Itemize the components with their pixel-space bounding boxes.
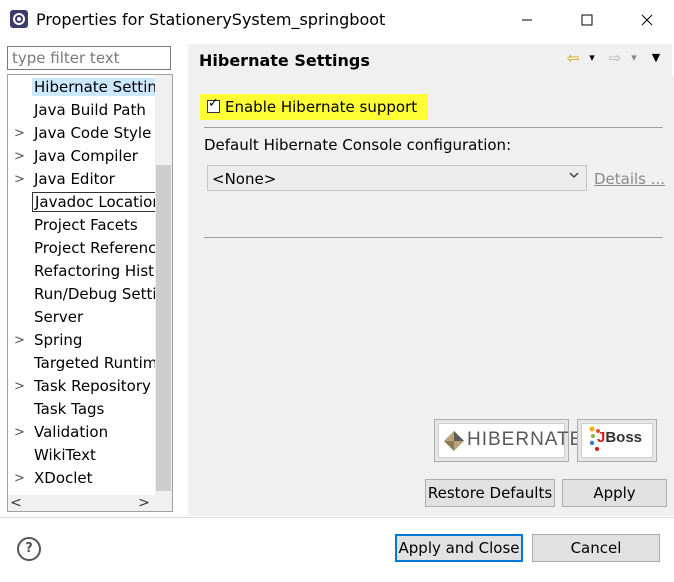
tree-item[interactable]: WikiText [8,445,156,467]
help-icon[interactable]: ? [17,537,41,561]
minimize-icon[interactable] [507,5,547,35]
tree-item-label: Java Code Style [34,124,152,142]
tree-item-label: Validation [34,423,109,441]
tree-item[interactable]: Project Facets [8,215,156,237]
tree-item-label: XDoclet [34,469,93,487]
footer-divider [0,517,674,518]
tree-item[interactable]: > Task Repository [8,376,156,398]
eclipse-app-icon [10,10,28,28]
chevron-right-icon[interactable]: > [14,379,25,394]
forward-arrow-icon[interactable]: ⇨ [606,49,624,67]
tree-item-label: Task Repository [34,377,151,395]
hibernate-logo-icon [444,431,464,451]
chevron-down-icon [568,169,580,184]
chevron-right-icon[interactable]: > [14,126,25,141]
jboss-logo-text: JBoss [597,429,643,446]
tree-item-label: Project Referenc [34,239,156,257]
tree-item-label: Server [34,308,84,326]
tree-item[interactable]: Java Build Path [8,100,156,122]
separator [204,237,663,238]
forward-dropdown-icon[interactable]: ▾ [625,49,643,67]
tree-item-label: Run/Debug Setti [34,285,156,303]
tree-item[interactable]: Task Tags [8,399,156,421]
cancel-button[interactable]: Cancel [532,534,660,562]
back-dropdown-icon[interactable]: ▾ [583,49,601,67]
page-title: Hibernate Settings [199,51,370,70]
chevron-right-icon[interactable]: > [14,471,25,486]
tree-item-label: WikiText [34,446,96,464]
property-tree: Hibernate Settin Java Build Path > Java Cod… [7,74,173,512]
tree-item-label: Project Facets [34,216,138,234]
restore-defaults-button[interactable]: Restore Defaults [425,479,555,507]
tree-item-label: Spring [34,331,83,349]
tree-item-label: Hibernate Settin [32,78,156,96]
tree-item[interactable]: Javadoc Location [8,192,156,214]
tree-item-label: Refactoring Histo [34,262,156,280]
tree-item-label: Targeted Runtim [34,354,156,372]
console-config-label: Default Hibernate Console configuration: [204,136,512,154]
tree-item[interactable]: > Validation [8,422,156,444]
tree-item-label: Java Compiler [34,147,138,165]
tree-item-label: Javadoc Location [32,192,156,212]
checkmark-icon: ✓ [208,96,219,111]
tree-item[interactable]: Targeted Runtim [8,353,156,375]
chevron-right-icon[interactable]: > [14,172,25,187]
tree-item-label: Java Build Path [34,101,146,119]
tree-item[interactable]: > Java Code Style [8,123,156,145]
tree-item[interactable]: > Java Editor [8,169,156,191]
close-icon[interactable] [627,5,667,35]
back-arrow-icon[interactable]: ⇦ [564,49,582,67]
tree-item[interactable]: Run/Debug Setti [8,284,156,306]
vertical-scroll-thumb[interactable] [156,165,171,491]
window-title: Properties for StationerySystem_springbo… [36,10,386,29]
tree-item-label: Task Tags [34,400,105,418]
horizontal-scrollbar[interactable]: < > [8,495,172,511]
tree-item[interactable]: Project Referenc [8,238,156,260]
apply-and-close-button[interactable]: Apply and Close [395,534,523,562]
tree-item[interactable]: > Java Compiler [8,146,156,168]
tree-item[interactable]: > Spring [8,330,156,352]
console-config-value: <None> [212,170,277,188]
filter-input[interactable] [7,46,171,70]
tree-item[interactable]: > XDoclet [8,468,156,490]
separator [204,127,663,128]
enable-hibernate-label[interactable]: Enable Hibernate support [225,98,417,116]
maximize-icon[interactable] [567,5,607,35]
view-menu-icon[interactable]: ▼ [647,49,665,67]
chevron-right-icon[interactable]: > [14,149,25,164]
scroll-left-icon[interactable]: < [8,495,24,511]
chevron-right-icon[interactable]: > [14,425,25,440]
apply-button[interactable]: Apply [562,479,667,507]
chevron-right-icon[interactable]: > [14,333,25,348]
scroll-right-icon[interactable]: > [136,495,152,511]
details-link[interactable]: Details ... [594,170,665,188]
tree-item-label: Java Editor [34,170,115,188]
tree-item[interactable]: Hibernate Settin [8,77,156,99]
tree-item[interactable]: Server [8,307,156,329]
tree-item[interactable]: Refactoring Histo [8,261,156,283]
hibernate-logo-text: HIBERNATE [467,429,584,450]
